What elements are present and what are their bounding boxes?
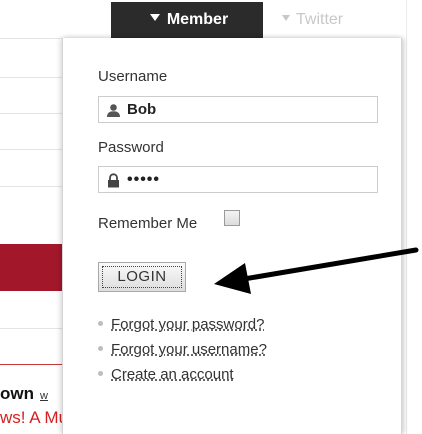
background-red-banner — [0, 244, 62, 291]
user-icon — [107, 104, 120, 117]
password-field[interactable]: ••••• — [98, 166, 378, 193]
remember-me-label: Remember Me — [98, 215, 198, 232]
username-value: Bob — [127, 101, 157, 118]
bullet-icon — [98, 320, 103, 326]
background-headline-small[interactable]: w — [40, 390, 48, 402]
bullet-icon — [98, 345, 103, 351]
forgot-username-link[interactable]: Forgot your username? — [111, 341, 267, 358]
lock-icon — [108, 173, 119, 188]
background-divider — [0, 113, 62, 114]
caret-down-icon — [282, 14, 290, 21]
login-button[interactable]: LOGIN — [98, 262, 186, 292]
password-value: ••••• — [127, 171, 161, 188]
remember-me-checkbox[interactable] — [224, 210, 240, 226]
background-right-border — [406, 0, 407, 434]
tab-twitter[interactable]: Twitter — [282, 2, 343, 38]
background-headline-text[interactable]: own — [0, 384, 34, 403]
login-button-label: LOGIN — [102, 266, 182, 288]
background-divider — [0, 328, 62, 329]
list-item: Forgot your username? — [98, 341, 267, 366]
caret-down-icon — [149, 14, 160, 22]
background-red-divider — [0, 364, 62, 365]
list-item: Forgot your password? — [98, 316, 267, 341]
background-headline[interactable]: own w — [0, 384, 48, 404]
tab-member[interactable]: Member — [111, 2, 263, 38]
username-field[interactable]: Bob — [98, 96, 378, 123]
forgot-password-link[interactable]: Forgot your password? — [111, 316, 264, 333]
account-links-list: Forgot your password? Forgot your userna… — [98, 316, 267, 391]
tab-twitter-label: Twitter — [296, 11, 344, 28]
background-divider — [0, 149, 62, 150]
username-label: Username — [98, 68, 168, 85]
member-login-dropdown: Username Bob Password ••••• Remember Me … — [62, 38, 402, 434]
background-divider — [0, 77, 62, 78]
bullet-icon — [98, 370, 103, 376]
create-account-link[interactable]: Create an account — [111, 366, 234, 383]
list-item: Create an account — [98, 366, 267, 391]
background-divider — [0, 186, 62, 187]
password-label: Password — [98, 139, 164, 156]
tab-member-label: Member — [166, 11, 229, 28]
background-divider — [0, 38, 62, 39]
